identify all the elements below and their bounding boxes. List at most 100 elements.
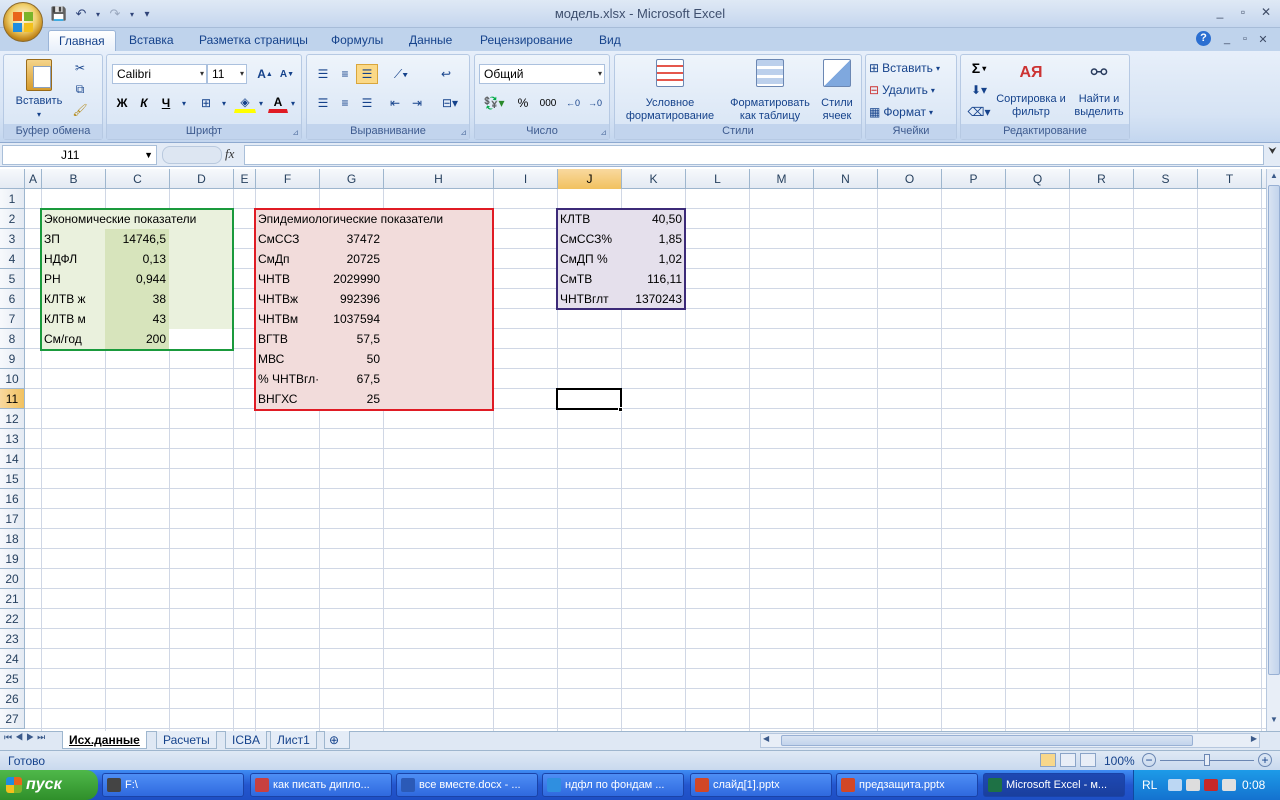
row-header-13[interactable]: 13 bbox=[0, 429, 25, 449]
zoom-in-icon[interactable]: + bbox=[1258, 753, 1272, 767]
row-header-16[interactable]: 16 bbox=[0, 489, 25, 509]
row-header-20[interactable]: 20 bbox=[0, 569, 25, 589]
find-select-button[interactable]: ⚯ Найти и выделить bbox=[1069, 57, 1129, 123]
zoom-level[interactable]: 100% bbox=[1104, 754, 1135, 768]
row-header-17[interactable]: 17 bbox=[0, 509, 25, 529]
row-header-27[interactable]: 27 bbox=[0, 709, 25, 729]
format-as-table-button[interactable]: Форматировать как таблицу bbox=[725, 57, 815, 123]
row-header-11[interactable]: 11 bbox=[0, 389, 25, 409]
taskbar-item-word[interactable]: все вместе.docx - ... bbox=[396, 773, 538, 797]
expand-formula-bar-icon[interactable]: ⮟ bbox=[1266, 146, 1279, 164]
tab-data[interactable]: Данные bbox=[399, 30, 462, 52]
percent-button[interactable]: % bbox=[513, 93, 533, 113]
paste-button[interactable]: Вставить ▾ bbox=[10, 57, 68, 121]
column-header-s[interactable]: S bbox=[1134, 169, 1198, 189]
tab-home[interactable]: Главная bbox=[48, 30, 116, 52]
conditional-formatting-button[interactable]: Условное форматирование bbox=[617, 57, 723, 123]
column-header-o[interactable]: O bbox=[878, 169, 942, 189]
orientation-icon[interactable]: ⟋▾ bbox=[386, 64, 416, 84]
align-middle-icon[interactable]: ≡ bbox=[334, 64, 356, 84]
column-header-n[interactable]: N bbox=[814, 169, 878, 189]
active-cell-j11[interactable] bbox=[556, 388, 622, 410]
sheet-tab-calculations[interactable]: Расчеты bbox=[156, 731, 217, 749]
fill-handle[interactable] bbox=[618, 407, 623, 412]
format-cells-button[interactable]: ▦ Формат ▾ bbox=[868, 102, 954, 122]
row-header-3[interactable]: 3 bbox=[0, 229, 25, 249]
tab-insert[interactable]: Вставка bbox=[119, 30, 184, 52]
format-painter-icon[interactable]: 🖌 bbox=[70, 100, 90, 120]
tray-icon[interactable] bbox=[1204, 779, 1218, 791]
sheet-tab-sheet1[interactable]: Лист1 bbox=[270, 731, 317, 749]
column-header-r[interactable]: R bbox=[1070, 169, 1134, 189]
increase-decimal-icon[interactable]: ←0 bbox=[563, 93, 583, 113]
formula-input[interactable] bbox=[244, 145, 1264, 165]
autosum-button[interactable]: Σ ▾ bbox=[965, 58, 993, 78]
sheet-tab-icba[interactable]: ICBA bbox=[225, 731, 268, 749]
column-header-f[interactable]: F bbox=[256, 169, 320, 189]
vertical-scroll-thumb[interactable] bbox=[1268, 185, 1280, 675]
cut-icon[interactable]: ✂ bbox=[70, 58, 90, 78]
borders-dropdown-icon[interactable]: ▾ bbox=[219, 93, 229, 113]
column-header-d[interactable]: D bbox=[170, 169, 234, 189]
accounting-format-icon[interactable]: 💱▾ bbox=[479, 93, 509, 113]
help-icon[interactable]: ? bbox=[1196, 31, 1211, 46]
clear-icon[interactable]: ⌫▾ bbox=[965, 102, 993, 122]
language-indicator[interactable]: RL bbox=[1142, 778, 1157, 792]
sheet-nav-icons[interactable]: ⏮◀▶⏭ bbox=[4, 732, 56, 748]
tray-icon[interactable] bbox=[1168, 779, 1182, 791]
italic-button[interactable]: К bbox=[134, 93, 154, 113]
alignment-dialog-launcher-icon[interactable]: ⊿ bbox=[460, 128, 467, 137]
minimize-button[interactable]: _ bbox=[1209, 3, 1231, 21]
bold-button[interactable]: Ж bbox=[112, 93, 132, 113]
align-left-icon[interactable]: ☰ bbox=[312, 93, 334, 113]
volume-icon[interactable] bbox=[1222, 779, 1236, 791]
row-header-18[interactable]: 18 bbox=[0, 529, 25, 549]
tray-icon[interactable] bbox=[1186, 779, 1200, 791]
row-header-25[interactable]: 25 bbox=[0, 669, 25, 689]
office-button[interactable] bbox=[3, 2, 43, 42]
align-right-icon[interactable]: ☰ bbox=[356, 93, 378, 113]
taskbar-item-explorer[interactable]: F:\ bbox=[102, 773, 244, 797]
decrease-indent-icon[interactable]: ⇤ bbox=[384, 93, 406, 113]
row-header-19[interactable]: 19 bbox=[0, 549, 25, 569]
column-header-g[interactable]: G bbox=[320, 169, 384, 189]
taskbar-item-ie[interactable]: ндфл по фондам ... bbox=[542, 773, 684, 797]
maximize-button[interactable]: ▫ bbox=[1232, 3, 1254, 21]
fill-icon[interactable]: ⬇▾ bbox=[965, 80, 993, 100]
underline-button[interactable]: Ч bbox=[156, 93, 176, 113]
column-header-h[interactable]: H bbox=[384, 169, 494, 189]
font-color-dropdown-icon[interactable]: ▾ bbox=[288, 93, 298, 113]
number-format-combo[interactable]: Общий ▾ bbox=[479, 64, 605, 84]
number-dialog-launcher-icon[interactable]: ⊿ bbox=[600, 128, 607, 137]
horizontal-scroll-thumb[interactable] bbox=[781, 735, 1193, 746]
wrap-text-icon[interactable]: ↩ bbox=[435, 64, 457, 84]
taskbar-item-pptx1[interactable]: слайд[1].pptx bbox=[690, 773, 832, 797]
tab-formulas[interactable]: Формулы bbox=[321, 30, 393, 52]
scroll-left-icon[interactable]: ◀ bbox=[763, 734, 769, 743]
row-header-5[interactable]: 5 bbox=[0, 269, 25, 289]
underline-dropdown-icon[interactable]: ▾ bbox=[179, 93, 189, 113]
select-all-corner[interactable] bbox=[0, 169, 25, 189]
row-header-1[interactable]: 1 bbox=[0, 189, 25, 209]
fill-color-icon[interactable]: ◈ bbox=[234, 93, 256, 113]
worksheet-grid[interactable]: Экономические показатели ЗП 14746,5 НДФЛ… bbox=[25, 189, 1266, 731]
row-header-26[interactable]: 26 bbox=[0, 689, 25, 709]
borders-icon[interactable]: ⊞ bbox=[195, 93, 217, 113]
insert-sheet-icon[interactable]: ⊕ bbox=[324, 731, 350, 749]
fill-color-dropdown-icon[interactable]: ▾ bbox=[256, 93, 266, 113]
shrink-font-icon[interactable]: A ▼ bbox=[277, 64, 297, 84]
row-header-21[interactable]: 21 bbox=[0, 589, 25, 609]
row-header-23[interactable]: 23 bbox=[0, 629, 25, 649]
row-header-10[interactable]: 10 bbox=[0, 369, 25, 389]
column-header-l[interactable]: L bbox=[686, 169, 750, 189]
taskbar-item-browser[interactable]: как писать дипло... bbox=[250, 773, 392, 797]
normal-view-icon[interactable] bbox=[1040, 753, 1056, 767]
vertical-scrollbar[interactable]: ▲ ▼ bbox=[1266, 169, 1280, 731]
column-header-t[interactable]: T bbox=[1198, 169, 1262, 189]
align-center-icon[interactable]: ≡ bbox=[334, 93, 356, 113]
row-header-22[interactable]: 22 bbox=[0, 609, 25, 629]
row-header-8[interactable]: 8 bbox=[0, 329, 25, 349]
row-header-4[interactable]: 4 bbox=[0, 249, 25, 269]
scroll-down-icon[interactable]: ▼ bbox=[1268, 715, 1280, 727]
row-header-9[interactable]: 9 bbox=[0, 349, 25, 369]
